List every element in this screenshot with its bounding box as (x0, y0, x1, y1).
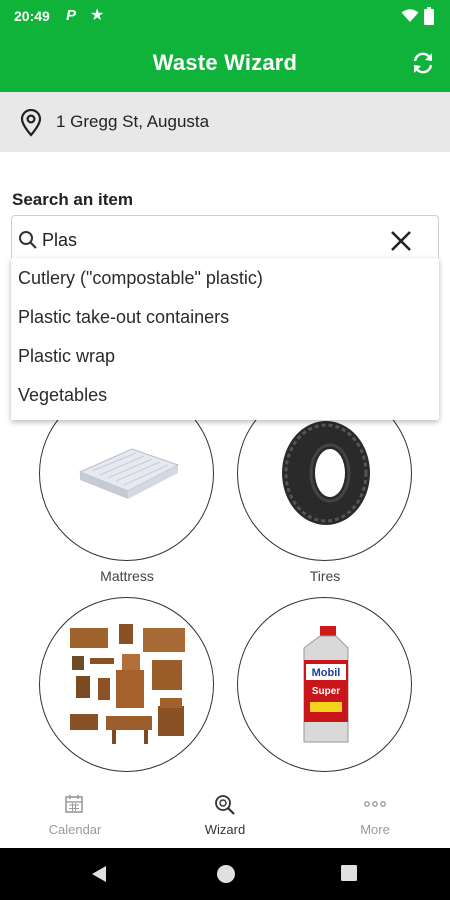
nav-label-wizard: Wizard (204, 822, 246, 837)
suggestion-item[interactable]: Vegetables (11, 376, 439, 415)
location-address: 1 Gregg St, Augusta (56, 112, 210, 131)
oil-product-text: Super (312, 686, 340, 697)
tile-motor-oil[interactable]: Mobil Super (237, 597, 412, 772)
recents-icon[interactable] (340, 864, 358, 882)
home-icon[interactable] (214, 862, 238, 886)
search-suggestions: Cutlery ("compostable" plastic) Plastic … (11, 258, 439, 420)
suggestion-item[interactable]: Plastic wrap (11, 337, 439, 376)
app-title: Waste Wizard (152, 50, 298, 75)
suggestion-item[interactable]: Plastic take-out containers (11, 298, 439, 337)
suggestion-item[interactable]: Cutlery ("compostable" plastic) (11, 259, 439, 298)
star-notification-icon: ★ (90, 7, 105, 24)
search-box (11, 215, 439, 263)
tile-label-mattress: Mattress (100, 568, 154, 584)
system-nav-bar (0, 848, 450, 900)
bottom-nav: Calendar Wizard More (0, 780, 450, 848)
app-bar: Waste Wizard (0, 34, 450, 92)
search-input[interactable] (42, 224, 382, 256)
nav-label-calendar: Calendar (48, 822, 102, 837)
wifi-icon (401, 9, 419, 22)
furniture-image (70, 624, 185, 744)
tile-label-tires: Tires (309, 568, 341, 584)
wizard-search-icon (215, 795, 235, 815)
parking-notification-icon: P (66, 7, 77, 24)
clear-search-button[interactable] (388, 228, 414, 254)
battery-icon (424, 7, 434, 25)
search-icon (19, 231, 37, 249)
status-time: 20:49 (14, 8, 50, 24)
nav-more[interactable]: More (300, 780, 450, 848)
nav-calendar[interactable]: Calendar (0, 780, 150, 848)
nav-label-more: More (360, 822, 390, 837)
location-bar[interactable]: 1 Gregg St, Augusta (0, 92, 450, 152)
close-icon (391, 231, 411, 251)
calendar-icon (65, 795, 83, 813)
more-icon (364, 801, 386, 807)
refresh-button[interactable] (408, 49, 438, 77)
location-pin-icon (20, 109, 42, 137)
back-icon[interactable] (90, 864, 108, 884)
tile-furniture[interactable] (39, 597, 214, 772)
refresh-icon (413, 52, 433, 74)
status-bar: 20:49 P ★ (0, 0, 450, 34)
search-label: Search an item (12, 190, 133, 209)
motor-oil-image: Mobil Super (303, 626, 349, 743)
nav-wizard[interactable]: Wizard (150, 780, 300, 848)
oil-brand-text: Mobil (312, 667, 341, 679)
